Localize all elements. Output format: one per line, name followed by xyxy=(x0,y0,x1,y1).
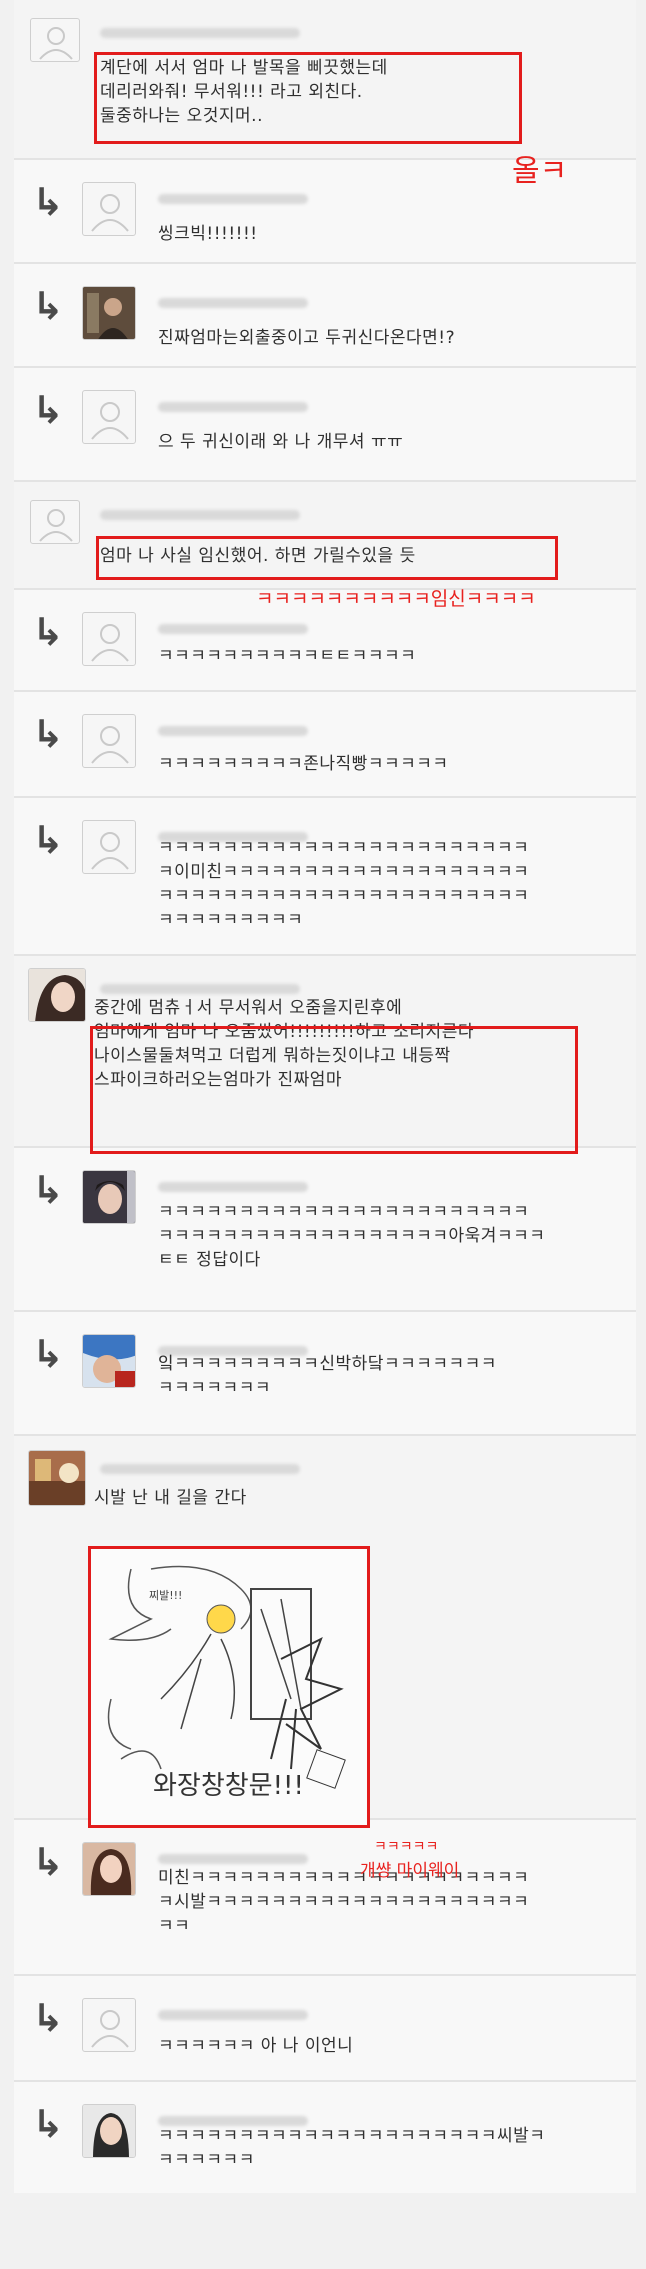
blurred-username xyxy=(100,984,300,994)
doodle-caption: 와장창창문!!! xyxy=(153,1771,304,1801)
comment-text: 잌ㅋㅋㅋㅋㅋㅋㅋㅋㅋ신박하닼ㅋㅋㅋㅋㅋㅋㅋ ㅋㅋㅋㅋㅋㅋㅋ xyxy=(158,1354,497,1398)
photo-avatar[interactable] xyxy=(82,2104,136,2158)
reply: ↳ ㅋㅋㅋㅋㅋㅋㅋㅋㅋ존나직빵ㅋㅋㅋㅋㅋ xyxy=(14,692,636,798)
reply-arrow-icon: ↳ xyxy=(32,610,64,654)
reply-arrow-icon: ↳ xyxy=(32,180,64,224)
comment-text: ㅋㅋㅋㅋㅋㅋㅋㅋㅋㅋㅋㅋㅋㅋㅋㅋㅋㅋㅋㅋㅋ씨발ㅋ ㅋㅋㅋㅋㅋㅋ xyxy=(158,2126,546,2170)
comment-text: 시발 난 내 길을 간다 xyxy=(94,1488,247,1508)
blurred-username xyxy=(100,1464,300,1474)
blurred-username xyxy=(158,194,308,204)
doodle-image: 찌발!!! 와장창창문!!! xyxy=(88,1546,370,1828)
reply-arrow-icon: ↳ xyxy=(32,1996,64,2040)
highlight-box xyxy=(90,1026,578,1154)
reply: ↳ ㅋㅋㅋㅋㅋㅋㅋㅋㅋㅋㅋㅋㅋㅋㅋㅋㅋㅋㅋㅋㅋㅋㅋ ㅋ이미친ㅋㅋㅋㅋㅋㅋㅋㅋㅋㅋ… xyxy=(14,798,636,956)
reply: ↳ 으 두 귀신이래 와 나 개무셔 ㅠㅠ xyxy=(14,368,636,482)
photo-avatar[interactable] xyxy=(82,286,136,340)
default-avatar[interactable] xyxy=(82,612,136,666)
photo-avatar[interactable] xyxy=(28,1450,86,1506)
comment-text: ㅋㅋㅋㅋㅋㅋㅋㅋㅋㅋㅌㅌㅋㅋㅋㅋ xyxy=(158,646,417,666)
photo-avatar[interactable] xyxy=(82,1334,136,1388)
default-avatar[interactable] xyxy=(30,500,80,544)
reply-arrow-icon: ↳ xyxy=(32,712,64,756)
blurred-username xyxy=(100,28,300,38)
default-avatar[interactable] xyxy=(30,18,80,62)
photo-avatar[interactable] xyxy=(28,968,86,1022)
photo-avatar[interactable] xyxy=(82,1842,136,1896)
blurred-username xyxy=(158,624,308,634)
default-avatar[interactable] xyxy=(82,820,136,874)
reply: ↳ 잌ㅋㅋㅋㅋㅋㅋㅋㅋㅋ신박하닼ㅋㅋㅋㅋㅋㅋㅋ ㅋㅋㅋㅋㅋㅋㅋ xyxy=(14,1312,636,1436)
comment-text: 으 두 귀신이래 와 나 개무셔 ㅠㅠ xyxy=(158,432,404,452)
highlight-box xyxy=(96,536,558,580)
comment-text: ㅋㅋㅋㅋㅋㅋㅋㅋㅋㅋㅋㅋㅋㅋㅋㅋㅋㅋㅋㅋㅋㅋㅋ ㅋㅋㅋㅋㅋㅋㅋㅋㅋㅋㅋㅋㅋㅋㅋㅋ… xyxy=(158,1202,546,1270)
annotation-text: ㅋㅋㅋㅋㅋㅋㅋㅋㅋㅋ임신ㅋㅋㅋㅋ xyxy=(256,588,536,610)
photo-avatar[interactable] xyxy=(82,1170,136,1224)
blurred-username xyxy=(158,726,308,736)
comment-text: 씽크빅!!!!!!! xyxy=(158,224,258,244)
comment-text: ㅋㅋㅋㅋㅋㅋㅋㅋㅋㅋㅋㅋㅋㅋㅋㅋㅋㅋㅋㅋㅋㅋㅋ ㅋ이미친ㅋㅋㅋㅋㅋㅋㅋㅋㅋㅋㅋㅋ… xyxy=(158,838,530,930)
annotation-text: ㅋㅋㅋㅋㅋ xyxy=(374,1839,439,1855)
reply: ↳ ㅋㅋㅋㅋㅋㅋㅋㅋㅋㅋㅋㅋㅋㅋㅋㅋㅋㅋㅋㅋㅋㅋㅋ ㅋㅋㅋㅋㅋㅋㅋㅋㅋㅋㅋㅋㅋㅋ… xyxy=(14,1148,636,1312)
reply-arrow-icon: ↳ xyxy=(32,1840,64,1884)
annotation-text: 개썅 마이웨이 xyxy=(360,1861,460,1881)
doodle-speech: 찌발!!! xyxy=(149,1589,183,1602)
default-avatar[interactable] xyxy=(82,1998,136,2052)
default-avatar[interactable] xyxy=(82,390,136,444)
comment-text: ㅋㅋㅋㅋㅋㅋ 아 나 이언니 xyxy=(158,2036,354,2056)
default-avatar[interactable] xyxy=(82,714,136,768)
comment-text: 진짜엄마는외출중이고 두귀신다온다면!? xyxy=(158,328,456,348)
blurred-username xyxy=(158,2010,308,2020)
reply-arrow-icon: ↳ xyxy=(32,388,64,432)
reply: ↳ 미친ㅋㅋㅋㅋㅋㅋㅋㅋㅋㅋㅋㅋㅋㅋㅋㅋㅋㅋㅋㅋㅋ ㅋ시발ㅋㅋㅋㅋㅋㅋㅋㅋㅋㅋㅋ… xyxy=(14,1820,636,1976)
annotation-text: 올ㅋ xyxy=(512,154,568,189)
reply: ↳ ㅋㅋㅋㅋㅋㅋㅋㅋㅋㅋㅋㅋㅋㅋㅋㅋㅋㅋㅋㅋㅋ씨발ㅋ ㅋㅋㅋㅋㅋㅋ xyxy=(14,2082,636,2193)
blurred-username xyxy=(158,1854,308,1864)
reply: ↳ ㅋㅋㅋㅋㅋㅋ 아 나 이언니 xyxy=(14,1976,636,2082)
blurred-username xyxy=(158,1182,308,1192)
comment-text: ㅋㅋㅋㅋㅋㅋㅋㅋㅋ존나직빵ㅋㅋㅋㅋㅋ xyxy=(158,754,449,774)
reply-arrow-icon: ↳ xyxy=(32,2102,64,2146)
reply-arrow-icon: ↳ xyxy=(32,284,64,328)
default-avatar[interactable] xyxy=(82,182,136,236)
highlight-box xyxy=(94,52,522,144)
reply-arrow-icon: ↳ xyxy=(32,818,64,862)
blurred-username xyxy=(158,402,308,412)
blurred-username xyxy=(100,510,300,520)
blurred-username xyxy=(158,298,308,308)
reply: ↳ 진짜엄마는외출중이고 두귀신다온다면!? xyxy=(14,264,636,368)
reply-arrow-icon: ↳ xyxy=(32,1168,64,1212)
reply-arrow-icon: ↳ xyxy=(32,1332,64,1376)
